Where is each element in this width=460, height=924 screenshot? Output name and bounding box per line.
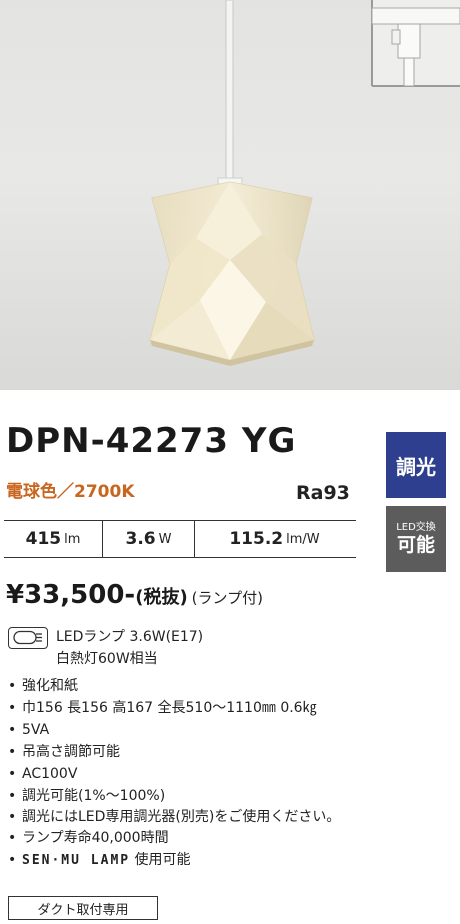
feature-item: 調光可能(1%～100%) [8,785,358,807]
spec-lumens-value: 415 [25,529,62,549]
spec-efficiency-unit: lm/W [286,531,320,547]
dimmable-badge: 調光 [386,432,446,498]
duct-rail-adapter-icon [371,0,460,87]
model-number: DPN-42273 YG [6,421,297,461]
product-photo [0,0,460,390]
spec-table: 415 lm 3.6 W 115.2 lm/W [4,520,356,558]
led-replaceable-badge-top: LED交換 [396,521,436,533]
price-block: ¥33,500-(税抜) (ランプ付) [6,582,263,608]
duct-mount-only-label: ダクト取付専用 [8,896,158,920]
dimmable-badge-label: 調光 [396,454,436,479]
color-temperature: 電球色／2700K [6,482,135,502]
feature-item: 吊高さ調節可能 [8,741,358,763]
price-amount: ¥33,500- [6,580,136,610]
lamp-equivalent: 白熱灯60W相当 [56,651,158,667]
price-lamp-included: (ランプ付) [191,589,263,607]
led-replaceable-badge-bottom: 可能 [396,533,435,556]
feature-item: 5VA [8,719,358,741]
spec-lumens-unit: lm [64,531,81,547]
spec-efficiency: 115.2 lm/W [194,521,354,557]
feature-list: 強化和紙 巾156 長156 高167 全長510～1110㎜ 0.6㎏ 5VA… [8,675,358,872]
price-tax-note: (税抜) [135,587,188,608]
feature-item: ランプ寿命40,000時間 [8,827,358,849]
pendant-lamp-image [149,0,460,366]
spec-watts-unit: W [158,531,172,547]
feature-item: 強化和紙 [8,675,358,697]
spec-watts-value: 3.6 [125,529,156,549]
duct-mount-only-text: ダクト取付専用 [37,902,129,918]
led-bulb-icon [8,627,48,649]
feature-item: 調光にはLED専用調光器(別売)をご使用ください。 [8,807,358,827]
spec-lumens: 415 lm [4,521,102,557]
color-rendering-index: Ra93 [296,482,350,504]
spec-watts: 3.6 W [102,521,194,557]
sensmu-text: 使用可能 [134,852,191,868]
sensmu-lamp-logo: SEN·MU LAMP [22,853,131,868]
feature-item: 巾156 長156 高167 全長510～1110㎜ 0.6㎏ [8,697,358,719]
lamp-spec: LEDランプ 3.6W(E17) [56,629,204,645]
led-replaceable-badge: LED交換 可能 [386,506,446,572]
feature-item: AC100V [8,763,358,785]
spec-efficiency-value: 115.2 [229,529,284,549]
feature-item-sensmu: SEN·MU LAMP 使用可能 [8,849,358,872]
